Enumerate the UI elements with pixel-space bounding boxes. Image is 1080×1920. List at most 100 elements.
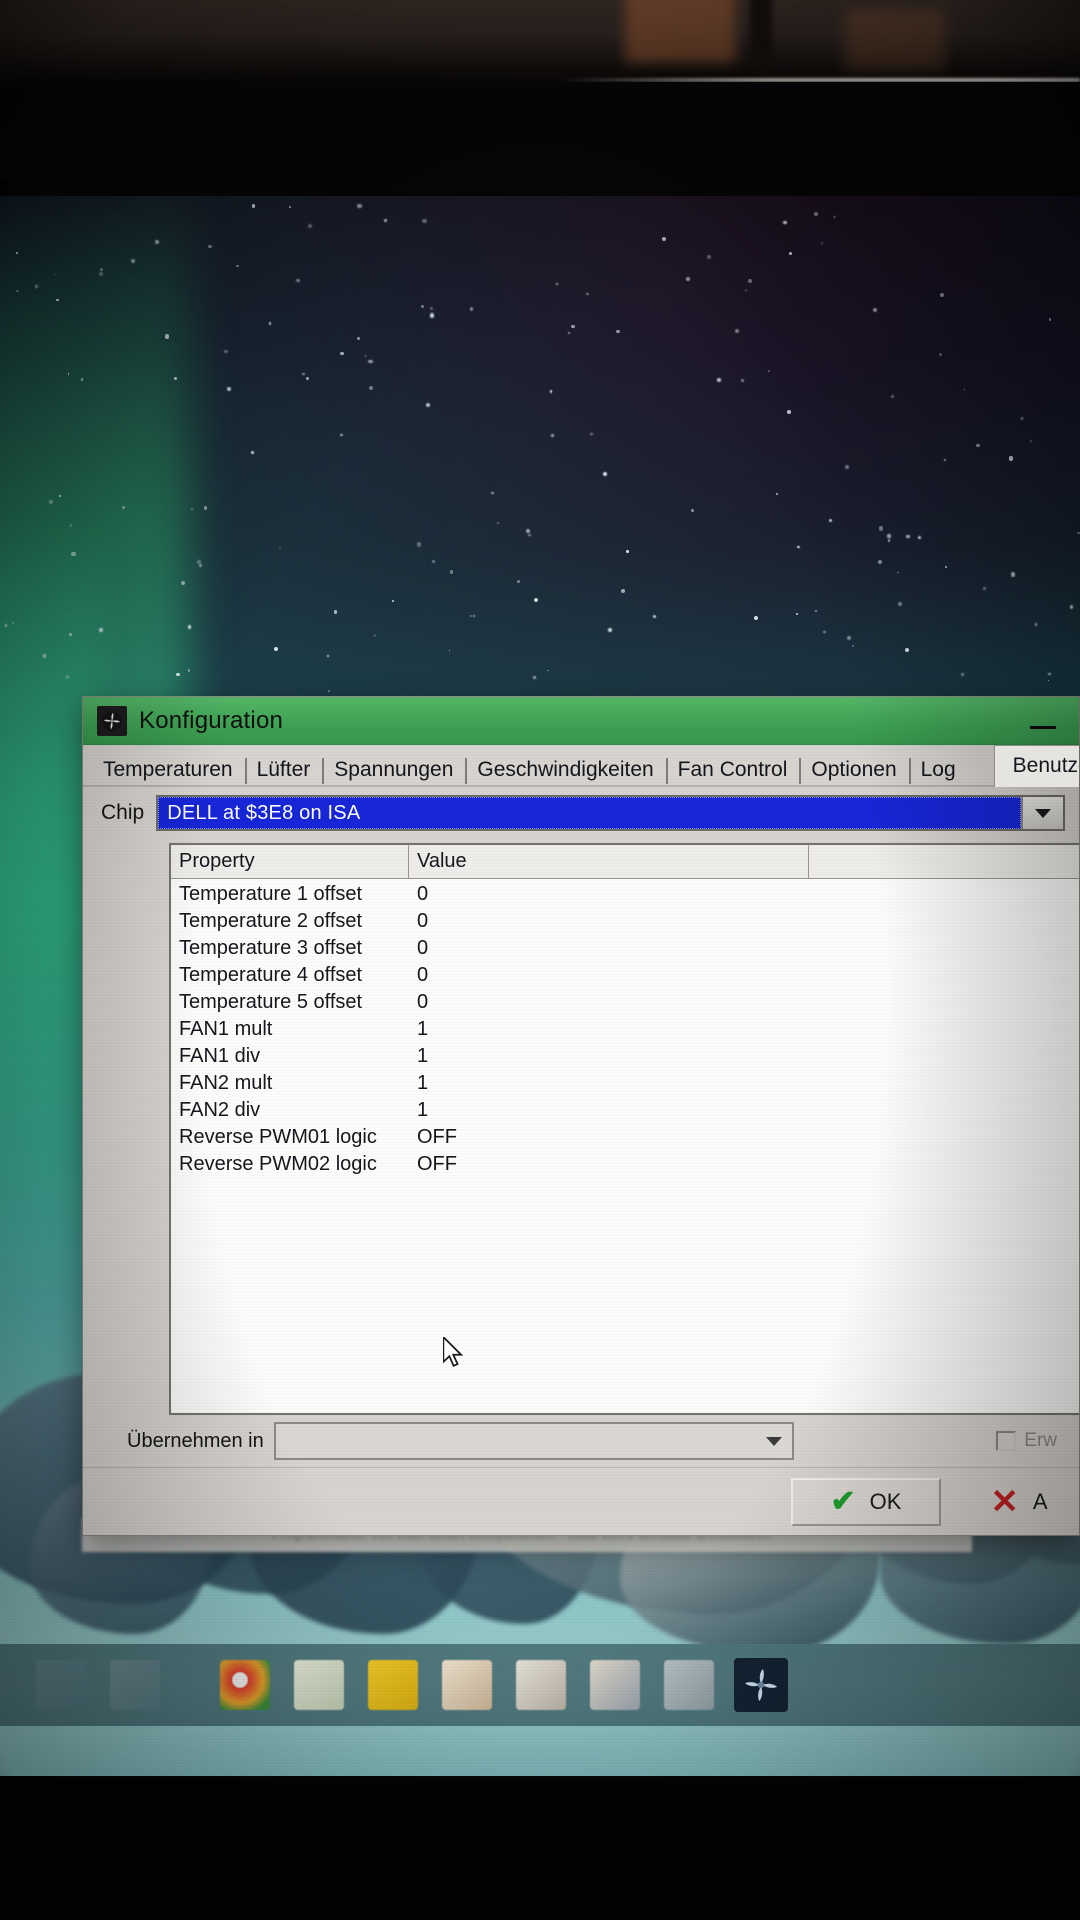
tab-temperaturen[interactable]: Temperaturen bbox=[91, 753, 245, 787]
photo-of-monitor: Programmieren von Intel-Smart-Komponente… bbox=[0, 0, 1080, 1920]
minimize-button[interactable] bbox=[1013, 699, 1073, 743]
monitor-screen: Programmieren von Intel-Smart-Komponente… bbox=[0, 196, 1080, 1776]
mail-icon[interactable] bbox=[516, 1660, 566, 1710]
cancel-button-label: A bbox=[1032, 1488, 1048, 1514]
dialog-titlebar[interactable]: Konfiguration bbox=[83, 697, 1079, 745]
start-icon[interactable] bbox=[36, 1660, 86, 1710]
generic-app-icon[interactable] bbox=[664, 1660, 714, 1710]
table-row[interactable]: Temperature 2 offset 0 bbox=[171, 908, 1079, 935]
cell-property: Temperature 3 offset bbox=[179, 937, 363, 959]
cell-property: Temperature 5 offset bbox=[179, 991, 363, 1013]
tab-l-fter[interactable]: Lüfter bbox=[244, 753, 323, 787]
chip-selected-value[interactable]: DELL at $3E8 on ISA bbox=[158, 797, 1021, 829]
tab-optionen[interactable]: Optionen bbox=[799, 753, 908, 787]
notes-icon[interactable] bbox=[368, 1660, 418, 1710]
konfiguration-dialog: Konfiguration Temperaturen Lüfter Spannung… bbox=[82, 696, 1080, 1536]
cell-property: Reverse PWM02 logic bbox=[179, 1153, 377, 1175]
cell-value: 0 bbox=[417, 964, 429, 986]
cell-property: FAN2 div bbox=[179, 1099, 261, 1121]
cell-value: OFF bbox=[417, 1153, 457, 1175]
furniture-blur bbox=[845, 10, 945, 70]
tab-label: Benutzerdefiniert bbox=[1012, 754, 1079, 777]
table-row[interactable]: Temperature 5 offset 0 bbox=[171, 989, 1079, 1016]
advanced-checkbox-wrap[interactable]: Erw bbox=[996, 1430, 1061, 1452]
table-row[interactable]: FAN2 div 1 bbox=[171, 1097, 1079, 1124]
cell-value: 0 bbox=[417, 883, 429, 905]
cell-value: 1 bbox=[417, 1018, 429, 1040]
chrome-icon[interactable] bbox=[220, 1660, 270, 1710]
store-icon[interactable] bbox=[442, 1660, 492, 1710]
cell-property: Temperature 4 offset bbox=[179, 964, 363, 986]
check-icon: ✔ bbox=[830, 1484, 856, 1518]
tab-label: Fan Control bbox=[677, 758, 788, 781]
chip-row: Chip DELL at $3E8 on ISA bbox=[83, 787, 1079, 833]
speedfan-icon[interactable] bbox=[734, 1658, 788, 1712]
table-row[interactable]: Temperature 4 offset 0 bbox=[171, 962, 1079, 989]
table-row[interactable]: FAN1 mult 1 bbox=[171, 1016, 1079, 1043]
cell-value: 0 bbox=[417, 937, 429, 959]
file-explorer-icon[interactable] bbox=[294, 1660, 344, 1710]
table-row[interactable]: Reverse PWM02 logic OFF bbox=[171, 1151, 1079, 1178]
chip-combobox[interactable]: DELL at $3E8 on ISA bbox=[156, 795, 1065, 831]
x-icon: ✕ bbox=[990, 1482, 1019, 1521]
cell-property: Temperature 1 offset bbox=[179, 883, 363, 905]
advanced-checkbox-label: Erw bbox=[1024, 1430, 1057, 1451]
dialog-title: Konfiguration bbox=[139, 706, 284, 734]
mouse-cursor bbox=[443, 1337, 464, 1367]
tab-label: Optionen bbox=[811, 758, 897, 781]
cell-property: FAN1 div bbox=[179, 1045, 261, 1067]
advanced-checkbox[interactable] bbox=[996, 1431, 1017, 1451]
apply-row: Übernehmen in Erw bbox=[83, 1415, 1079, 1467]
cancel-button[interactable]: ✕ A bbox=[959, 1478, 1079, 1526]
tab-log[interactable]: Log bbox=[908, 753, 968, 787]
room-background bbox=[0, 0, 1080, 86]
ok-button-label: OK bbox=[869, 1488, 902, 1514]
cell-property: FAN2 mult bbox=[179, 1072, 273, 1094]
table-row[interactable]: FAN2 mult 1 bbox=[171, 1070, 1079, 1097]
listview-rows: Temperature 1 offset 0 Temperature 2 offse… bbox=[171, 879, 1079, 1178]
monitor-bezel-top bbox=[0, 82, 1080, 204]
photos-icon[interactable] bbox=[590, 1660, 640, 1710]
cell-property: Temperature 2 offset bbox=[179, 910, 363, 932]
dialog-button-row: ✔ OK ✕ A bbox=[83, 1467, 1079, 1535]
cell-value: 1 bbox=[417, 1099, 429, 1121]
cell-value: 1 bbox=[417, 1072, 429, 1094]
tab-label: Temperaturen bbox=[103, 758, 233, 781]
fan-icon bbox=[97, 705, 127, 736]
table-row[interactable]: FAN1 div 1 bbox=[171, 1043, 1079, 1070]
tab-strip: Temperaturen Lüfter Spannungen Geschwindigk… bbox=[83, 745, 1079, 787]
door-frame-blur bbox=[750, 0, 772, 70]
column-header-property[interactable]: Property bbox=[171, 845, 409, 879]
tab-fan-control[interactable]: Fan Control bbox=[665, 753, 800, 787]
cell-value: OFF bbox=[417, 1126, 457, 1148]
tab-label: Spannungen bbox=[334, 758, 454, 781]
table-row[interactable]: Reverse PWM01 logic OFF bbox=[171, 1124, 1079, 1151]
chip-label: Chip bbox=[101, 801, 145, 824]
chevron-down-icon[interactable] bbox=[1021, 797, 1063, 829]
column-header-value[interactable]: Value bbox=[409, 845, 809, 879]
cell-value: 1 bbox=[417, 1045, 429, 1067]
tab-label: Log bbox=[920, 758, 956, 781]
task-view-icon[interactable] bbox=[110, 1660, 160, 1710]
tab-benutzerdefiniert[interactable]: Benutzerdefiniert bbox=[993, 745, 1079, 787]
monitor-bezel-bottom bbox=[0, 1780, 1080, 1920]
tab-label: Lüfter bbox=[256, 758, 311, 781]
apply-label: Übernehmen in bbox=[127, 1429, 264, 1452]
dialog-body: Chip DELL at $3E8 on ISA Property Value bbox=[83, 787, 1079, 1535]
table-row[interactable]: Temperature 3 offset 0 bbox=[171, 935, 1079, 962]
cell-value: 0 bbox=[417, 991, 429, 1013]
cell-value: 0 bbox=[417, 910, 429, 932]
door-blur bbox=[625, 0, 735, 62]
cell-property: FAN1 mult bbox=[179, 1018, 273, 1040]
chevron-down-icon[interactable] bbox=[765, 1436, 782, 1446]
ok-button[interactable]: ✔ OK bbox=[791, 1477, 941, 1526]
apply-combobox[interactable] bbox=[273, 1422, 794, 1460]
property-listview[interactable]: Property Value Temperature 1 offset 0 Temp… bbox=[169, 843, 1079, 1415]
tab-label: Geschwindigkeiten bbox=[477, 758, 654, 781]
tab-geschwindigkeiten[interactable]: Geschwindigkeiten bbox=[465, 753, 665, 787]
cell-property: Reverse PWM01 logic bbox=[179, 1126, 377, 1148]
windows-taskbar[interactable] bbox=[0, 1644, 1080, 1726]
tab-spannungen[interactable]: Spannungen bbox=[322, 753, 465, 787]
column-header-extra[interactable] bbox=[809, 845, 1079, 879]
table-row[interactable]: Temperature 1 offset 0 bbox=[171, 881, 1079, 908]
